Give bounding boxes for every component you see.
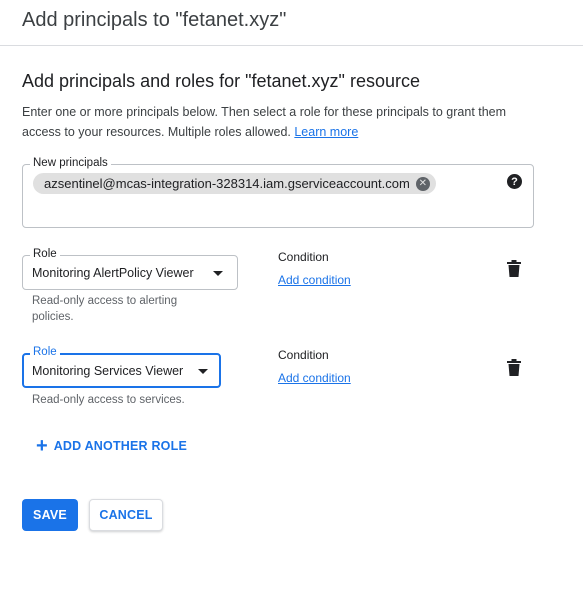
add-condition-link-1[interactable]: Add condition [278,273,351,287]
dialog-title: Add principals to "fetanet.xyz" [22,9,287,31]
close-icon[interactable]: ✕ [415,176,430,191]
add-another-role-button[interactable]: + ADD ANOTHER ROLE [36,435,187,457]
role-description-2: Read-only access to services. [32,394,185,406]
add-condition-link-2[interactable]: Add condition [278,371,351,385]
condition-label-2: Condition [278,348,329,362]
delete-icon[interactable] [507,359,521,376]
save-button[interactable]: SAVE [22,499,78,531]
role-description-1: Read-only access to alerting policies. [32,295,178,323]
condition-label-1: Condition [278,250,329,264]
plus-icon: + [36,435,48,457]
cancel-button[interactable]: CANCEL [89,499,163,531]
delete-icon[interactable] [507,260,521,277]
help-icon[interactable]: ? [507,174,522,189]
role-label-2: Role [30,346,60,359]
section-title: Add principals and roles for "fetanet.xy… [22,71,420,91]
dropdown-arrow-icon [213,271,223,276]
dropdown-arrow-icon [198,369,208,374]
add-another-role-label: ADD ANOTHER ROLE [53,439,187,453]
principal-chip-text: azsentinel@mcas-integration-328314.iam.g… [44,176,410,191]
role-value-1: Monitoring AlertPolicy Viewer [32,266,194,280]
role-label-1: Role [30,248,60,261]
learn-more-link[interactable]: Learn more [294,125,358,139]
description-text: Enter one or more principals below. Then… [22,105,507,139]
dialog-header: Add principals to "fetanet.xyz" [0,0,583,46]
new-principals-label: New principals [30,157,111,170]
role-value-2: Monitoring Services Viewer [32,364,184,378]
role-select-1[interactable]: Role Monitoring AlertPolicy Viewer [22,248,238,290]
section-description: Enter one or more principals below. Then… [22,103,542,142]
role-select-2[interactable]: Role Monitoring Services Viewer [22,346,221,388]
new-principals-field[interactable]: New principals azsentinel@mcas-integrati… [22,157,534,228]
principal-chip: azsentinel@mcas-integration-328314.iam.g… [33,173,436,194]
